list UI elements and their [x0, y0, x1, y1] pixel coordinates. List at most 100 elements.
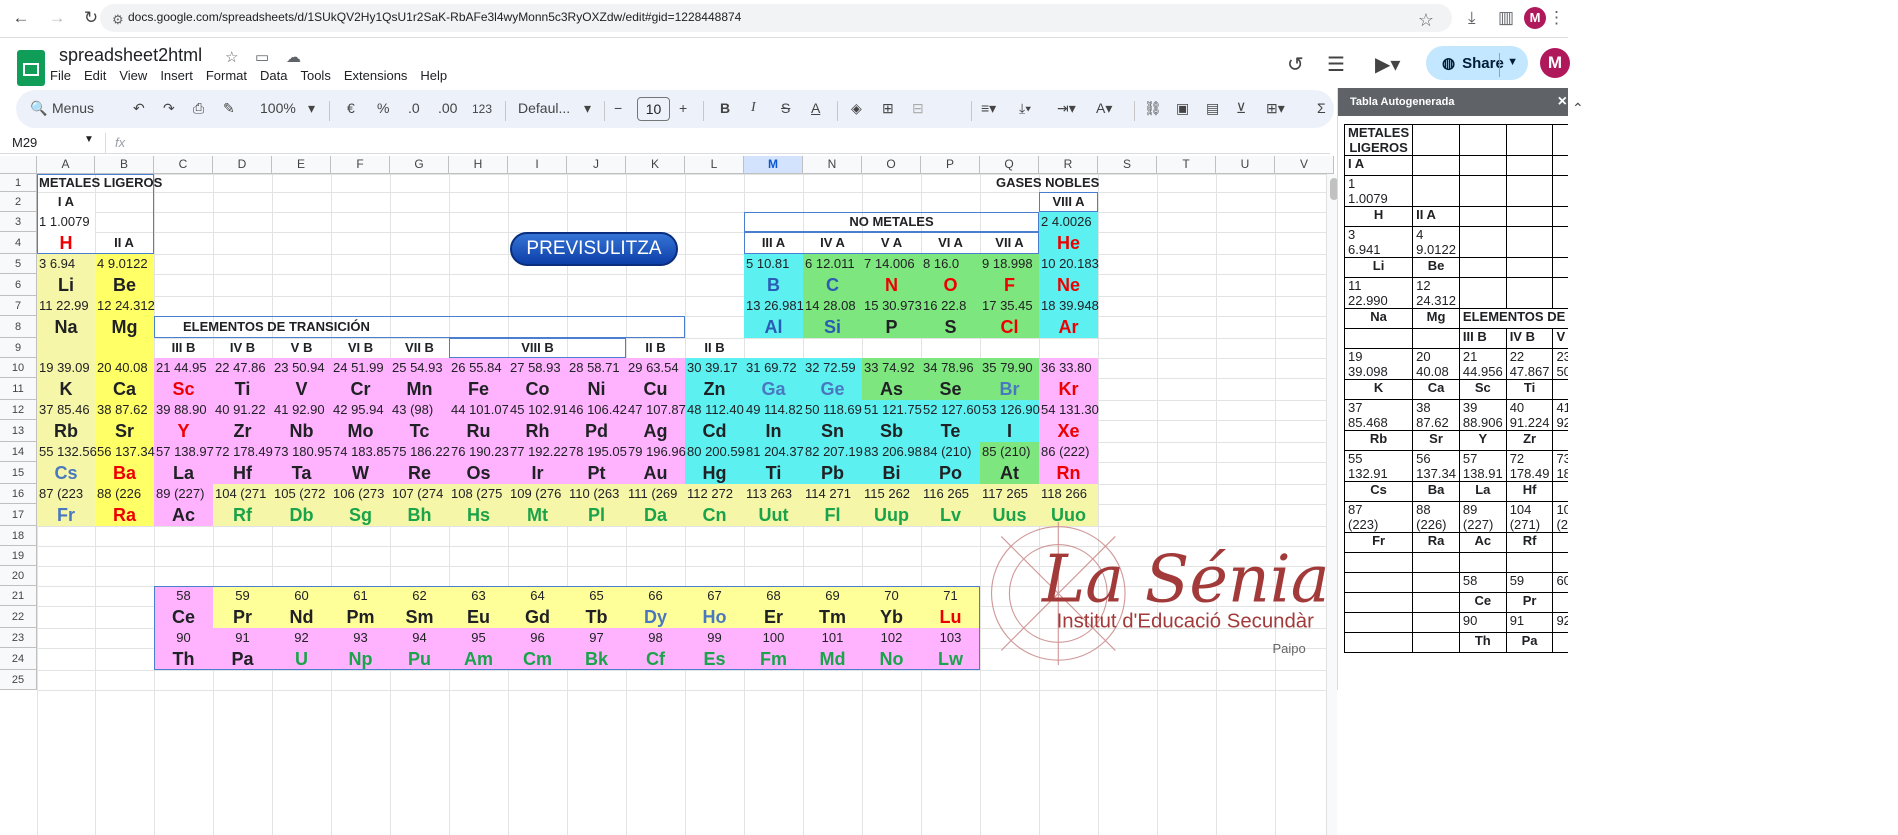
- element-number[interactable]: 14 28.08: [805, 296, 864, 316]
- menu-edit[interactable]: Edit: [84, 68, 106, 83]
- row-header-17[interactable]: 17: [0, 504, 37, 526]
- column-header-m[interactable]: M: [744, 156, 803, 174]
- element-symbol[interactable]: Er: [744, 606, 803, 628]
- vertical-scrollbar[interactable]: [1326, 174, 1338, 835]
- element-symbol[interactable]: Th: [154, 648, 213, 670]
- element-symbol[interactable]: Am: [449, 648, 508, 670]
- menu-insert[interactable]: Insert: [160, 68, 193, 83]
- element-number[interactable]: 85 (210): [982, 442, 1041, 462]
- element-symbol[interactable]: Ti: [213, 378, 272, 400]
- element-symbol[interactable]: Md: [803, 648, 862, 670]
- element-symbol[interactable]: C: [803, 274, 862, 296]
- element-number[interactable]: 21 44.95: [156, 358, 215, 378]
- element-number[interactable]: 45 102.91: [510, 400, 569, 420]
- filter-views-icon[interactable]: ⊞▾: [1266, 100, 1285, 117]
- menu-help[interactable]: Help: [420, 68, 447, 83]
- element-symbol[interactable]: Ta: [272, 462, 331, 484]
- menu-search[interactable]: Menus: [52, 100, 94, 116]
- element-symbol[interactable]: Fl: [803, 504, 862, 526]
- element-symbol[interactable]: Sc: [154, 378, 213, 400]
- element-symbol[interactable]: Sm: [390, 606, 449, 628]
- column-header-q[interactable]: Q: [980, 156, 1039, 174]
- element-number[interactable]: 78 195.05: [569, 442, 628, 462]
- element-number[interactable]: 63: [449, 586, 508, 606]
- browser-menu-icon[interactable]: ⋮: [1548, 8, 1565, 28]
- row-header-12[interactable]: 12: [0, 400, 37, 420]
- element-number[interactable]: 58: [154, 586, 213, 606]
- row-header-7[interactable]: 7: [0, 296, 37, 316]
- element-number[interactable]: 41 92.90: [274, 400, 333, 420]
- element-number[interactable]: 111 (269: [628, 484, 687, 504]
- merge-cells-icon[interactable]: ⊟: [912, 100, 924, 117]
- element-number[interactable]: 68: [744, 586, 803, 606]
- row-header-6[interactable]: 6: [0, 274, 37, 296]
- element-number[interactable]: 2 4.0026: [1041, 212, 1100, 232]
- element-symbol[interactable]: Tc: [390, 420, 449, 442]
- column-header-n[interactable]: N: [803, 156, 862, 174]
- column-header-e[interactable]: E: [272, 156, 331, 174]
- element-number[interactable]: 20 40.08: [97, 358, 156, 378]
- element-symbol[interactable]: Da: [626, 504, 685, 526]
- element-symbol[interactable]: Mo: [331, 420, 390, 442]
- insert-comment-icon[interactable]: ▣: [1176, 100, 1189, 117]
- column-header-b[interactable]: B: [95, 156, 154, 174]
- element-symbol[interactable]: Fm: [744, 648, 803, 670]
- element-number[interactable]: 105 (272: [274, 484, 333, 504]
- row-header-18[interactable]: 18: [0, 526, 37, 546]
- row-header-19[interactable]: 19: [0, 546, 37, 566]
- element-symbol[interactable]: La: [154, 462, 213, 484]
- element-symbol[interactable]: Ir: [508, 462, 567, 484]
- close-icon[interactable]: ×: [1558, 88, 1567, 116]
- element-symbol[interactable]: Pa: [213, 648, 272, 670]
- element-symbol[interactable]: B: [744, 274, 803, 296]
- element-number[interactable]: 92: [272, 628, 331, 648]
- element-number[interactable]: 97: [567, 628, 626, 648]
- element-symbol[interactable]: Cm: [508, 648, 567, 670]
- element-symbol[interactable]: O: [921, 274, 980, 296]
- number-format-button[interactable]: 123: [472, 102, 492, 116]
- element-symbol[interactable]: Br: [980, 378, 1039, 400]
- element-number[interactable]: 104 (271: [215, 484, 274, 504]
- element-symbol[interactable]: Mn: [390, 378, 449, 400]
- element-symbol[interactable]: Zn: [685, 378, 744, 400]
- font-select[interactable]: Defaul...: [518, 100, 570, 116]
- element-number[interactable]: 67: [685, 586, 744, 606]
- element-number[interactable]: 9 18.998: [982, 254, 1041, 274]
- element-symbol[interactable]: P: [862, 316, 921, 338]
- element-number[interactable]: 47 107.87: [628, 400, 687, 420]
- element-symbol[interactable]: Fr: [37, 504, 95, 526]
- spreadsheet-grid[interactable]: METALES LIGEROS I A II A GASES NOBLES VIII A…: [37, 174, 1327, 835]
- text-wrap-icon[interactable]: ⇥▾: [1057, 100, 1076, 117]
- element-symbol[interactable]: Rb: [37, 420, 95, 442]
- element-number[interactable]: 117 265: [982, 484, 1041, 504]
- row-header-14[interactable]: 14: [0, 442, 37, 462]
- column-header-j[interactable]: J: [567, 156, 626, 174]
- element-number[interactable]: 56 137.34: [97, 442, 156, 462]
- meet-icon[interactable]: ▶▾: [1375, 52, 1400, 77]
- element-number[interactable]: 60: [272, 586, 331, 606]
- undo-icon[interactable]: ↶: [133, 100, 145, 117]
- element-number[interactable]: 4 9.0122: [97, 254, 156, 274]
- element-number[interactable]: 26 55.84: [451, 358, 510, 378]
- element-number[interactable]: 93: [331, 628, 390, 648]
- element-symbol[interactable]: Ba: [95, 462, 154, 484]
- element-number[interactable]: 83 206.98: [864, 442, 923, 462]
- element-number[interactable]: 38 87.62: [97, 400, 156, 420]
- element-number[interactable]: 15 30.973: [864, 296, 923, 316]
- column-header-c[interactable]: C: [154, 156, 213, 174]
- element-symbol[interactable]: Li: [37, 274, 95, 296]
- element-symbol[interactable]: As: [862, 378, 921, 400]
- chevron-down-icon[interactable]: ▼: [84, 134, 94, 145]
- element-symbol[interactable]: Eu: [449, 606, 508, 628]
- font-size-input[interactable]: 10: [637, 97, 670, 121]
- element-symbol[interactable]: Xe: [1039, 420, 1098, 442]
- element-number[interactable]: 102: [862, 628, 921, 648]
- element-symbol[interactable]: Cn: [685, 504, 744, 526]
- element-symbol[interactable]: Pt: [567, 462, 626, 484]
- menu-view[interactable]: View: [119, 68, 147, 83]
- menu-file[interactable]: File: [50, 68, 71, 83]
- element-symbol[interactable]: U: [272, 648, 331, 670]
- column-header-k[interactable]: K: [626, 156, 685, 174]
- element-symbol[interactable]: He: [1039, 232, 1098, 254]
- column-header-v[interactable]: V: [1275, 156, 1334, 174]
